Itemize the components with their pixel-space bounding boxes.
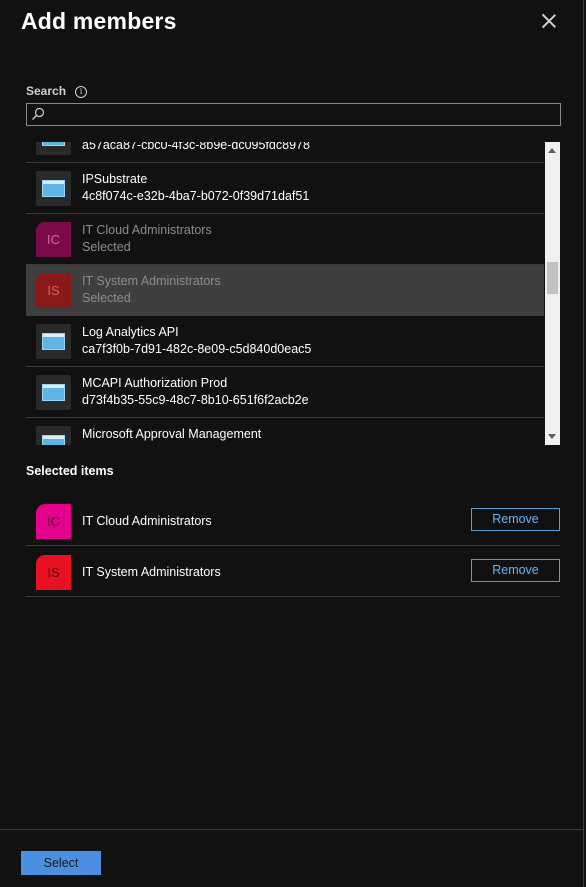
select-button[interactable]: Select (21, 851, 101, 875)
footer-divider (0, 829, 584, 830)
group-avatar: IC (36, 222, 71, 257)
scroll-down-arrow-icon[interactable] (548, 434, 556, 439)
result-name: Microsoft Approval Management (82, 427, 262, 441)
result-app-id: a57aca87-cbc0-4f3c-8b9e-dc095fdc8978 (82, 142, 310, 152)
scrollbar-thumb[interactable] (547, 262, 558, 294)
search-icon (32, 107, 45, 120)
selected-item: IC IT Cloud Administrators Remove (26, 495, 560, 546)
results-scrollbar[interactable] (545, 142, 560, 445)
result-row[interactable]: IC IT Cloud Administrators Selected (26, 214, 544, 265)
result-status: Selected (82, 240, 131, 254)
result-name: MCAPI Authorization Prod (82, 376, 228, 390)
selected-item-name: IT Cloud Administrators (82, 514, 212, 528)
app-window-icon (36, 142, 71, 155)
group-avatar: IS (36, 555, 71, 590)
result-app-id: ca7f3f0b-7d91-482c-8e09-c5d840d0eac5 (82, 342, 312, 356)
result-row[interactable]: IS IT System Administrators Selected (26, 265, 544, 316)
result-row[interactable]: Log Analytics API ca7f3f0b-7d91-482c-8e0… (26, 316, 544, 367)
selected-items-heading: Selected items (26, 464, 114, 478)
selected-item: IS IT System Administrators Remove (26, 546, 560, 597)
info-icon[interactable]: i (75, 86, 87, 98)
result-name: IT System Administrators (82, 274, 221, 288)
search-box[interactable] (26, 103, 561, 126)
result-row[interactable]: IPSubstrate 4c8f074c-e32b-4ba7-b072-0f39… (26, 163, 544, 214)
result-name: IPSubstrate (82, 172, 148, 186)
close-icon[interactable] (539, 12, 559, 32)
result-name: IT Cloud Administrators (82, 223, 212, 237)
search-input[interactable] (49, 105, 558, 126)
panel-title: Add members (21, 8, 177, 34)
search-label: Search (26, 84, 67, 98)
result-app-id: 4c8f074c-e32b-4ba7-b072-0f39d71daf51 (82, 189, 310, 203)
app-window-icon (36, 375, 71, 410)
remove-button[interactable]: Remove (471, 559, 560, 582)
result-row[interactable]: Microsoft Approval Management (26, 418, 544, 445)
app-window-icon (36, 171, 71, 206)
selected-item-name: IT System Administrators (82, 565, 221, 579)
app-window-icon (36, 324, 71, 359)
result-status: Selected (82, 291, 131, 305)
result-row[interactable]: MCAPI Authorization Prod d73f4b35-55c9-4… (26, 367, 544, 418)
group-avatar: IS (36, 273, 71, 308)
scroll-up-arrow-icon[interactable] (548, 148, 556, 153)
result-app-id: d73f4b35-55c9-48c7-8b10-651f6f2acb2e (82, 393, 309, 407)
result-name: Log Analytics API (82, 325, 179, 339)
result-row[interactable]: a57aca87-cbc0-4f3c-8b9e-dc095fdc8978 (26, 142, 544, 163)
app-window-icon (36, 426, 71, 445)
results-list: a57aca87-cbc0-4f3c-8b9e-dc095fdc8978 IPS… (26, 142, 544, 445)
group-avatar: IC (36, 504, 71, 539)
add-members-panel: Add members Search i a57aca87-cbc0-4f3c-… (0, 0, 584, 887)
remove-button[interactable]: Remove (471, 508, 560, 531)
